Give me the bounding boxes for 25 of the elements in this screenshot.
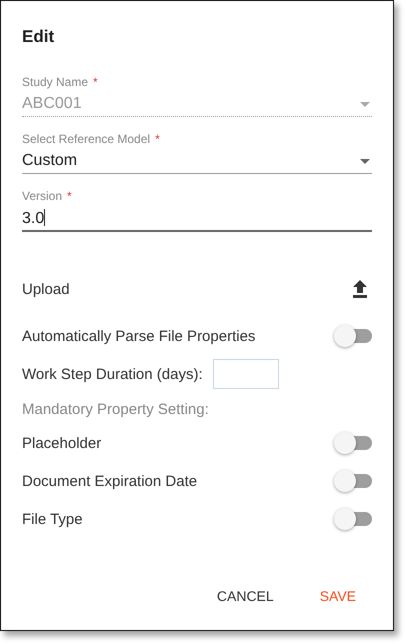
input-field[interactable]: 3.0 [22,203,372,232]
upload-icon[interactable] [352,280,368,298]
caret-icon [360,102,370,106]
toggle-switch[interactable] [334,325,372,347]
required-mark: * [67,189,72,203]
required-mark: * [93,75,98,89]
toggle-label: File Type [22,510,83,528]
toggle-switch[interactable] [334,432,372,454]
field-label: Version [22,189,62,203]
field-label: Select Reference Model [22,132,150,146]
required-mark: * [155,132,160,146]
field-label: Work Step Duration (days): [22,366,203,382]
toggle-label: Automatically Parse File Properties [22,328,256,344]
dialog-title: Edit [22,27,56,47]
input-field[interactable] [212,359,279,389]
toggle-label: Placeholder [22,434,102,452]
upload-label: Upload [22,280,70,298]
caret-icon [360,158,370,164]
toggle-switch[interactable] [334,508,372,530]
section-heading: Mandatory Property Setting: [22,401,210,418]
field-label: Study Name [22,75,88,89]
cancel-button[interactable]: CANCEL [200,582,290,610]
toggle-switch[interactable] [334,470,372,492]
toggle-label: Document Expiration Date [22,472,198,490]
dropdown-field[interactable]: Custom [22,146,372,174]
